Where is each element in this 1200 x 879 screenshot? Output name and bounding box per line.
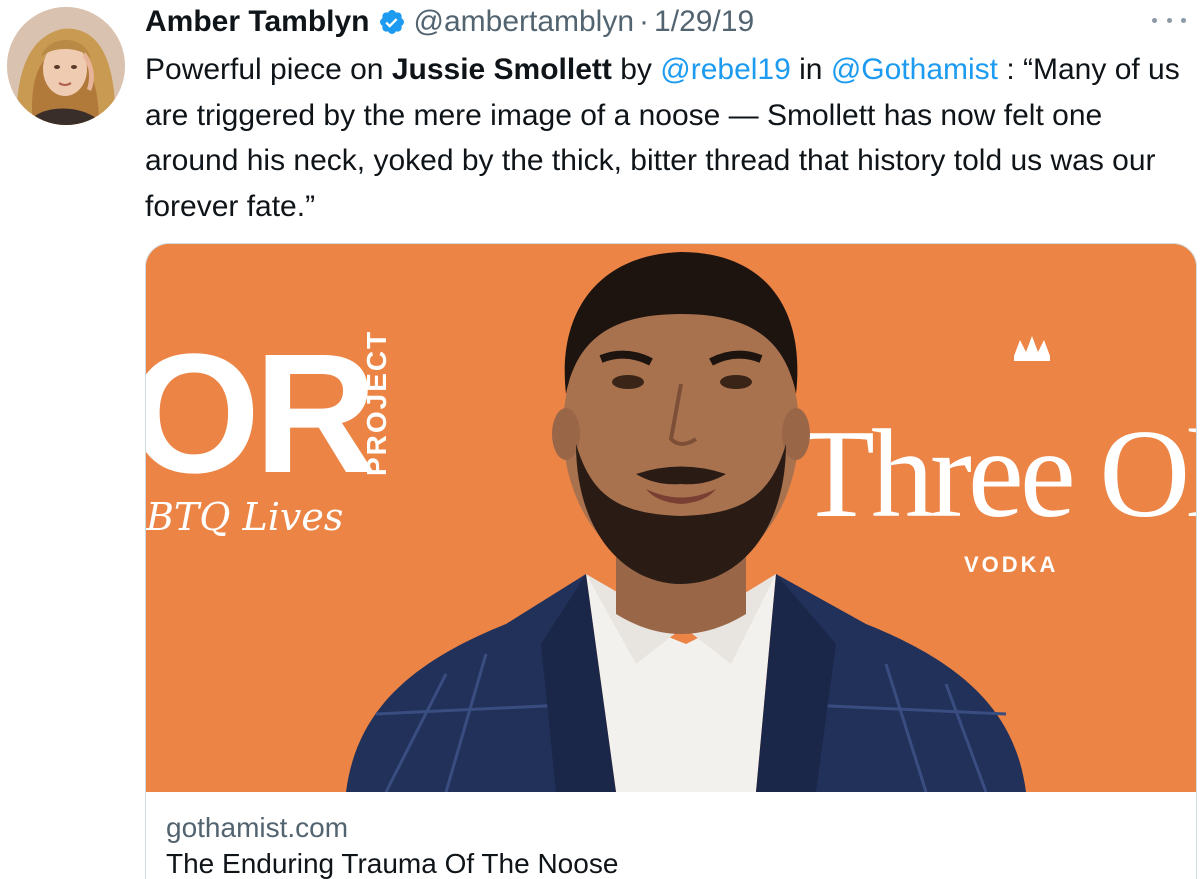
- display-name[interactable]: Amber Tamblyn: [145, 5, 370, 39]
- tweet-text-segment: in: [790, 53, 831, 86]
- card-domain: gothamist.com: [166, 812, 349, 843]
- backdrop-left-vertical: PROJECT: [361, 330, 392, 476]
- tweet-date[interactable]: 1/29/19: [654, 5, 754, 39]
- tweet-text-bold: Jussie Smollett: [391, 53, 612, 86]
- mention-link[interactable]: @Gothamist: [831, 53, 998, 86]
- avatar-image: [7, 7, 125, 125]
- link-card[interactable]: OR PROJECT BTQ Lives Three Olives VODKA: [145, 243, 1197, 879]
- tweet-text: Powerful piece on Jussie Smollett by @re…: [145, 47, 1185, 229]
- mention-link[interactable]: @rebel19: [660, 53, 791, 86]
- tweet-text-segment: Powerful piece on: [145, 53, 392, 86]
- card-photo: OR PROJECT BTQ Lives Three Olives VODKA: [146, 244, 1196, 792]
- avatar[interactable]: [7, 7, 125, 125]
- backdrop-left-big: OR: [146, 319, 374, 509]
- more-options-icon[interactable]: [1152, 8, 1186, 32]
- card-image[interactable]: OR PROJECT BTQ Lives Three Olives VODKA: [146, 244, 1196, 792]
- backdrop-right-brand: Three Olives: [798, 405, 1196, 544]
- card-title[interactable]: The Enduring Trauma Of The Noose: [166, 846, 1176, 879]
- tweet-text-segment: by: [611, 53, 661, 86]
- author-handle[interactable]: @ambertamblyn: [414, 5, 635, 39]
- tweet: Amber Tamblyn @ambertamblyn · 1/29/19 Po…: [0, 0, 1200, 879]
- backdrop-right-sub: VODKA: [964, 552, 1058, 577]
- tweet-header: Amber Tamblyn @ambertamblyn · 1/29/19: [145, 0, 754, 44]
- backdrop-left-small: BTQ Lives: [146, 495, 343, 539]
- card-meta: gothamist.com The Enduring Trauma Of The…: [146, 792, 1196, 879]
- header-separator: ·: [639, 5, 650, 38]
- verified-badge-icon: [378, 8, 406, 36]
